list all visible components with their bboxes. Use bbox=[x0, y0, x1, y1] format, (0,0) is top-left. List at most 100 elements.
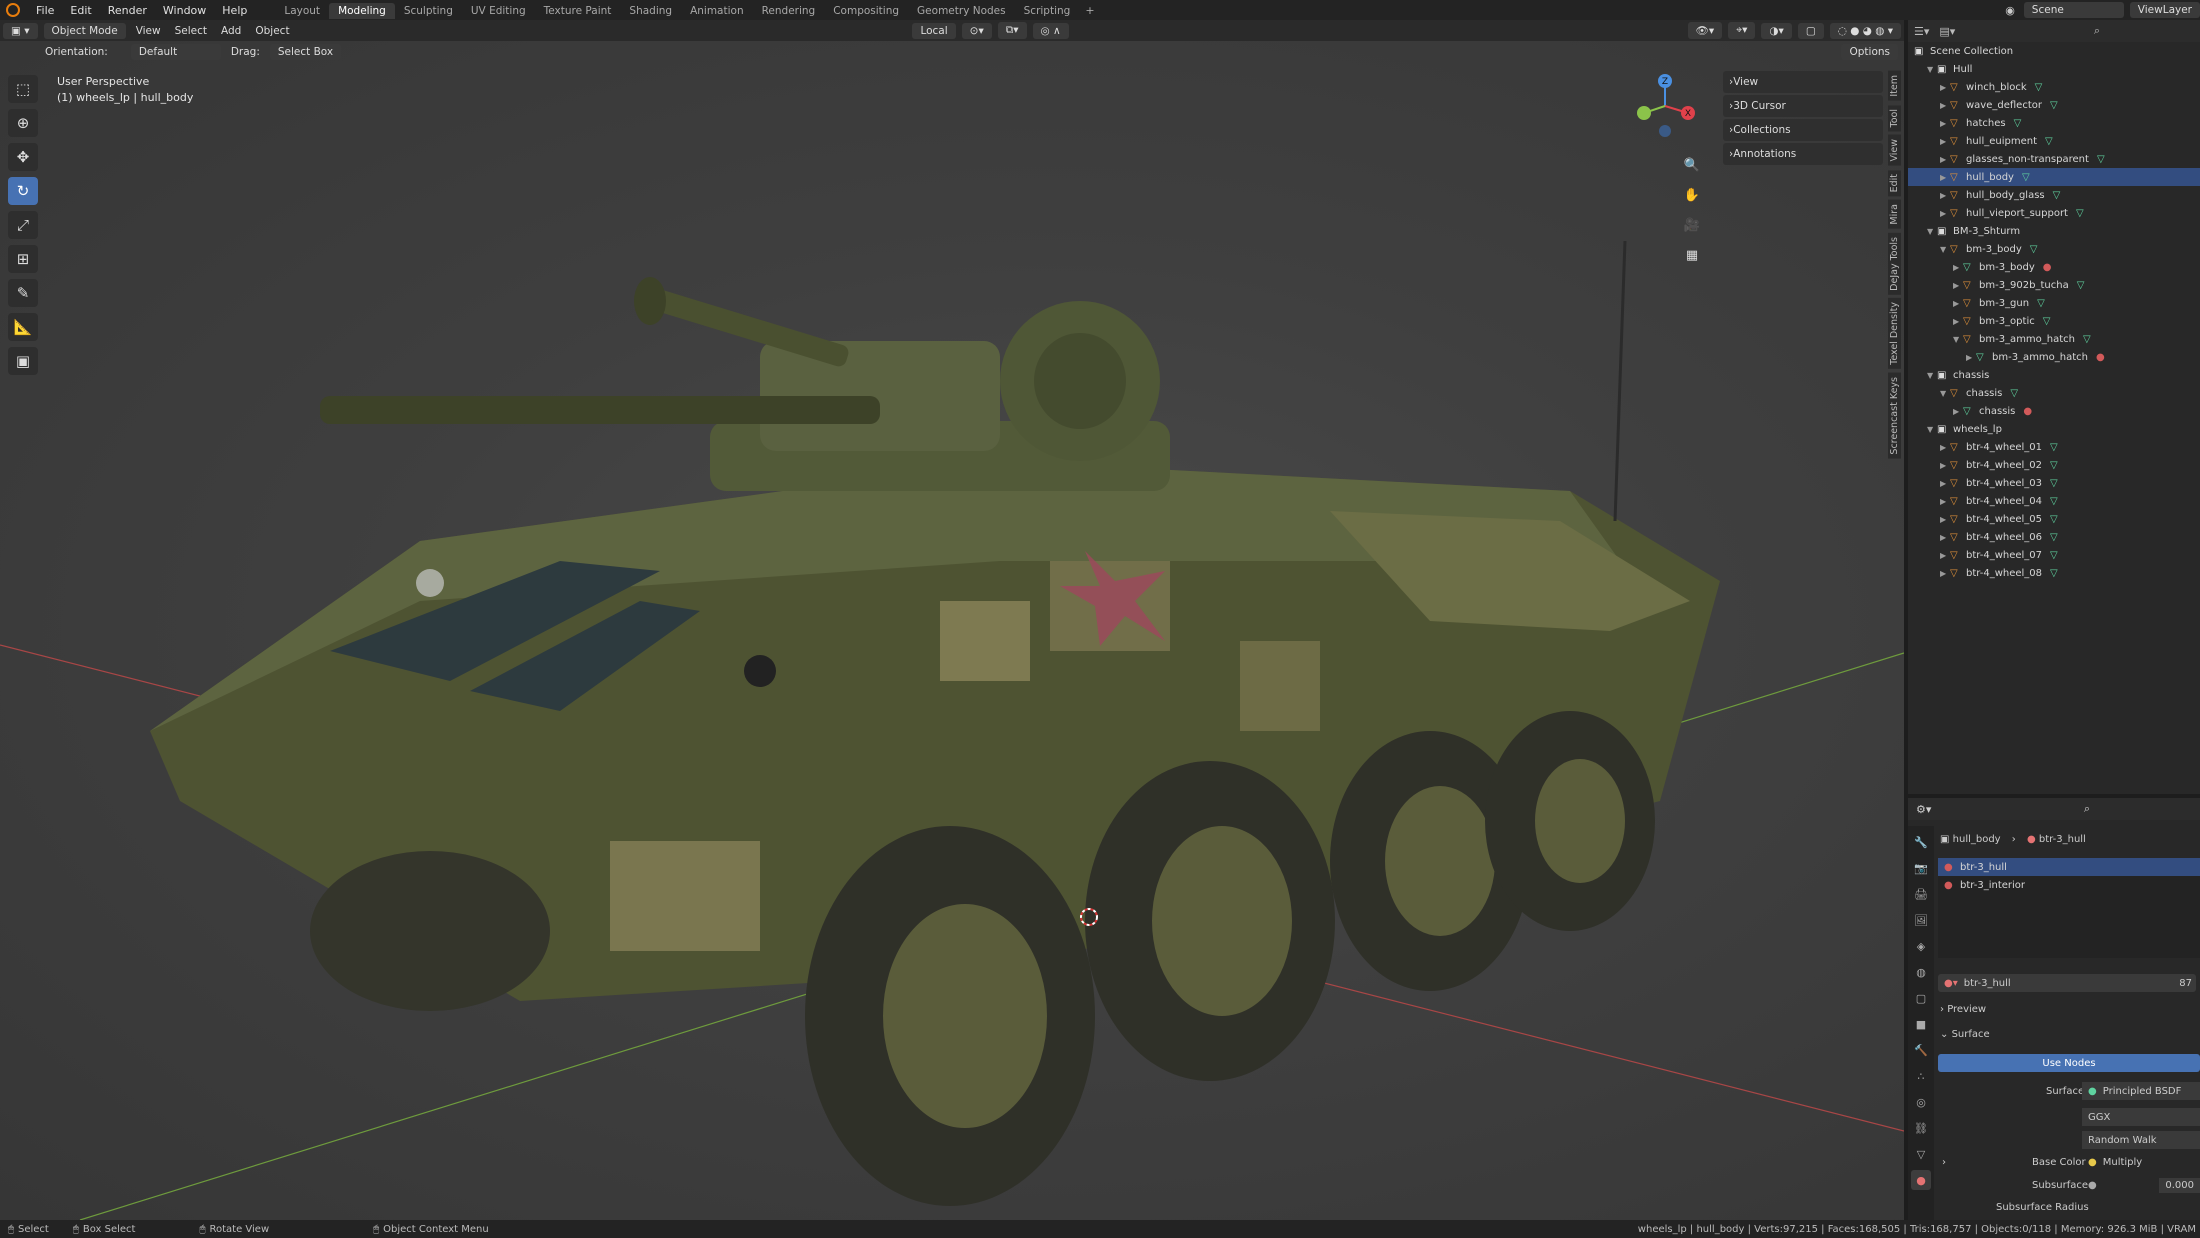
subsurface-field[interactable]: ● 0.000 bbox=[2082, 1176, 2200, 1194]
outliner-row[interactable]: ▶ ▽ bm-3_optic ▽ bbox=[1908, 312, 2200, 330]
sidebar-section-annotations[interactable]: › Annotations bbox=[1723, 143, 1883, 165]
outliner-row[interactable]: ▶ ▽ btr-4_wheel_04 ▽ bbox=[1908, 492, 2200, 510]
outliner-editor-icon[interactable]: ☰▾ bbox=[1914, 25, 1929, 38]
outliner-row[interactable]: ▶ ▽ hull_euipment ▽ bbox=[1908, 132, 2200, 150]
move-tool-icon[interactable]: ✥ bbox=[8, 143, 38, 171]
outliner-row[interactable]: ▶ ▽ glasses_non-transparent ▽ bbox=[1908, 150, 2200, 168]
tab-uv-editing[interactable]: UV Editing bbox=[462, 3, 535, 19]
mesh-data-icon[interactable]: ▽ bbox=[2050, 460, 2058, 471]
transform-orientation-dropdown[interactable]: Local bbox=[912, 22, 956, 39]
object-tab-icon[interactable]: ■ bbox=[1911, 1014, 1931, 1034]
tab-layout[interactable]: Layout bbox=[275, 3, 329, 19]
particles-tab-icon[interactable]: ∴ bbox=[1911, 1066, 1931, 1086]
mesh-data-icon[interactable]: ▽ bbox=[2053, 190, 2061, 201]
collapse-arrow-icon[interactable]: ▶ bbox=[1940, 515, 1950, 524]
collapse-arrow-icon[interactable]: ▶ bbox=[1966, 353, 1976, 362]
tool-tab-icon[interactable]: 🔧 bbox=[1911, 832, 1931, 852]
blender-logo-icon[interactable] bbox=[6, 3, 20, 17]
sidebar-tab-view[interactable]: View bbox=[1888, 135, 1901, 166]
expand-arrow-icon[interactable]: ▼ bbox=[1940, 245, 1950, 254]
menu-edit[interactable]: Edit bbox=[62, 4, 99, 17]
collapse-arrow-icon[interactable]: ▶ bbox=[1940, 119, 1950, 128]
mesh-data-icon[interactable]: ▽ bbox=[2050, 442, 2058, 453]
use-nodes-button[interactable]: Use Nodes bbox=[1938, 1054, 2200, 1072]
base-color-field[interactable]: ● Multiply bbox=[2082, 1153, 2200, 1171]
outliner-row[interactable]: ▶ ▽ btr-4_wheel_03 ▽ bbox=[1908, 474, 2200, 492]
tab-animation[interactable]: Animation bbox=[681, 3, 753, 19]
mesh-data-icon[interactable]: ▽ bbox=[2050, 496, 2058, 507]
outliner-search-icon[interactable]: ⌕ bbox=[2094, 24, 2100, 38]
mesh-data-icon[interactable]: ▽ bbox=[2014, 118, 2022, 129]
pan-hand-icon[interactable]: ✋ bbox=[1680, 183, 1704, 207]
outliner-row[interactable]: ▶ ▽ btr-4_wheel_05 ▽ bbox=[1908, 510, 2200, 528]
outliner-row[interactable]: ▼ ▽ bm-3_body ▽ bbox=[1908, 240, 2200, 258]
collapse-arrow-icon[interactable]: ▶ bbox=[1953, 317, 1963, 326]
drag-dropdown[interactable]: Select Box bbox=[269, 44, 342, 60]
viewlayer-selector[interactable]: ViewLayer bbox=[2129, 2, 2200, 18]
tab-compositing[interactable]: Compositing bbox=[824, 3, 908, 19]
collapse-arrow-icon[interactable]: ▶ bbox=[1940, 137, 1950, 146]
tab-shading[interactable]: Shading bbox=[620, 3, 681, 19]
overlay-toggle-icon[interactable]: ◑▾ bbox=[1761, 22, 1792, 39]
scene-collection-row[interactable]: ▣ Scene Collection bbox=[1908, 42, 2200, 60]
expand-arrow-icon[interactable]: ▼ bbox=[1927, 371, 1937, 380]
pivot-point-icon[interactable]: ⊙▾ bbox=[961, 22, 992, 39]
tab-rendering[interactable]: Rendering bbox=[753, 3, 825, 19]
collapse-arrow-icon[interactable]: ▶ bbox=[1953, 281, 1963, 290]
mesh-data-icon[interactable]: ▽ bbox=[2045, 136, 2053, 147]
physics-tab-icon[interactable]: ◎ bbox=[1911, 1092, 1931, 1112]
material-slot-item[interactable]: ● btr-3_interior bbox=[1938, 876, 2200, 894]
sidebar-tab-edit[interactable]: Edit bbox=[1888, 169, 1901, 197]
3d-viewport[interactable]: Orientation: Default Drag: Select Box Op… bbox=[0, 41, 1904, 1220]
outliner-row[interactable]: ▶ ▽ btr-4_wheel_08 ▽ bbox=[1908, 564, 2200, 582]
rotate-tool-icon[interactable]: ↻ bbox=[8, 177, 38, 205]
material-icon[interactable]: ● bbox=[2096, 352, 2105, 363]
scale-tool-icon[interactable]: ⤢ bbox=[8, 211, 38, 239]
options-dropdown[interactable]: Options bbox=[1841, 44, 1898, 60]
outliner-row[interactable]: ▶ ▽ bm-3_ammo_hatch ● bbox=[1908, 348, 2200, 366]
collapse-arrow-icon[interactable]: ▶ bbox=[1940, 191, 1950, 200]
expand-arrow-icon[interactable]: ▼ bbox=[1927, 227, 1937, 236]
mesh-data-icon[interactable]: ▽ bbox=[2077, 280, 2085, 291]
material-icon[interactable]: ● bbox=[2043, 262, 2052, 273]
world-tab-icon[interactable]: ◍ bbox=[1911, 962, 1931, 982]
material-selector[interactable]: ●▾ btr-3_hull 87 bbox=[1938, 974, 2196, 992]
mesh-data-icon[interactable]: ▽ bbox=[2076, 208, 2084, 219]
outliner-row[interactable]: ▶ ▽ hull_body_glass ▽ bbox=[1908, 186, 2200, 204]
render-tab-icon[interactable]: 📷 bbox=[1911, 858, 1931, 878]
add-workspace-button[interactable]: + bbox=[1079, 4, 1100, 17]
outliner-row[interactable]: ▼ ▣ Hull bbox=[1908, 60, 2200, 78]
outliner-row[interactable]: ▶ ▽ btr-4_wheel_02 ▽ bbox=[1908, 456, 2200, 474]
zoom-icon[interactable]: 🔍 bbox=[1680, 153, 1704, 177]
outliner-row[interactable]: ▶ ▽ btr-4_wheel_01 ▽ bbox=[1908, 438, 2200, 456]
mesh-data-icon[interactable]: ▽ bbox=[2050, 532, 2058, 543]
subsurface-method-dropdown[interactable]: Random Walk bbox=[2082, 1131, 2200, 1149]
outliner-row[interactable]: ▶ ▽ btr-4_wheel_07 ▽ bbox=[1908, 546, 2200, 564]
surface-panel-header[interactable]: ⌄ Surface bbox=[1940, 1029, 1990, 1040]
outliner-row[interactable]: ▶ ▽ hull_vieport_support ▽ bbox=[1908, 204, 2200, 222]
outliner-row[interactable]: ▶ ▽ bm-3_gun ▽ bbox=[1908, 294, 2200, 312]
collapse-arrow-icon[interactable]: ▶ bbox=[1940, 461, 1950, 470]
expand-arrow-icon[interactable]: ▼ bbox=[1940, 389, 1950, 398]
properties-editor-icon[interactable]: ⚙▾ bbox=[1916, 803, 1931, 816]
snap-icon[interactable]: ⧉▾ bbox=[997, 22, 1027, 39]
expand-arrow-icon[interactable]: ▼ bbox=[1927, 65, 1937, 74]
mesh-data-icon[interactable]: ▽ bbox=[2050, 514, 2058, 525]
tab-scripting[interactable]: Scripting bbox=[1015, 3, 1080, 19]
cursor-tool-icon[interactable]: ⊕ bbox=[8, 109, 38, 137]
outliner-filter-icon[interactable]: ▤▾ bbox=[1939, 25, 1955, 38]
material-browse-icon[interactable]: ●▾ bbox=[1944, 978, 1958, 989]
menu-window[interactable]: Window bbox=[155, 4, 214, 17]
sidebar-section-collections[interactable]: › Collections bbox=[1723, 119, 1883, 141]
material-icon[interactable]: ● bbox=[2023, 406, 2032, 417]
mesh-data-icon[interactable]: ▽ bbox=[2050, 478, 2058, 489]
constraints-tab-icon[interactable]: ⛓ bbox=[1911, 1118, 1931, 1138]
material-slot-item[interactable]: ● btr-3_hull bbox=[1938, 858, 2200, 876]
mesh-data-icon[interactable]: ▽ bbox=[2010, 388, 2018, 399]
mesh-data-icon[interactable]: ▽ bbox=[2030, 244, 2038, 255]
outliner-row[interactable]: ▶ ▽ hull_body ▽ bbox=[1908, 168, 2200, 186]
material-tab-icon[interactable]: ● bbox=[1911, 1170, 1931, 1190]
viewport-menu-select[interactable]: Select bbox=[168, 25, 214, 37]
expand-chevron-icon[interactable]: › bbox=[1942, 1157, 1946, 1168]
viewport-menu-add[interactable]: Add bbox=[214, 25, 248, 37]
